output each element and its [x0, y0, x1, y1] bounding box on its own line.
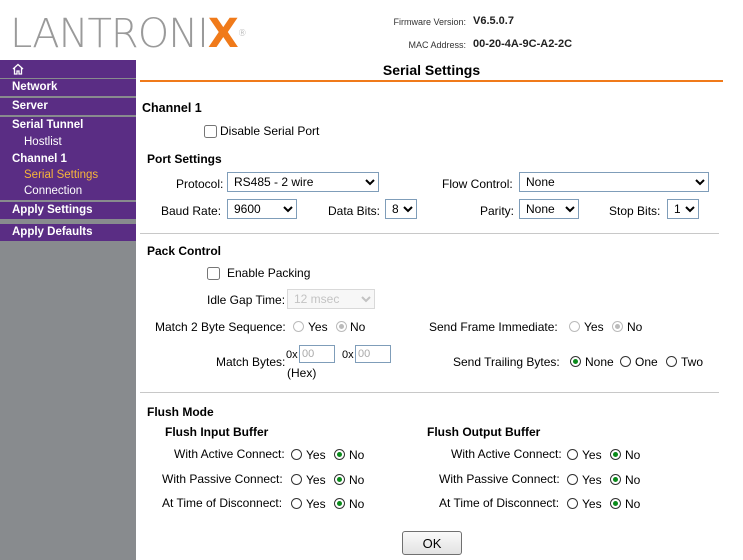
match-byte-1-input[interactable] — [299, 345, 335, 363]
input-disconnect-no-radio[interactable] — [334, 498, 345, 509]
input-active-yes-radio[interactable] — [291, 449, 302, 460]
mac-address-label: MAC Address: — [408, 40, 466, 50]
output-active-connect-label: With Active Connect: — [451, 447, 562, 461]
sidebar-item-channel-1[interactable]: Channel 1 — [0, 151, 136, 168]
enable-packing-checkbox[interactable] — [207, 267, 220, 280]
baud-rate-label: Baud Rate: — [161, 204, 222, 218]
output-passive-no-label: No — [625, 473, 641, 487]
flow-control-label: Flow Control: — [442, 177, 513, 191]
match-2-byte-yes-radio[interactable] — [293, 321, 304, 332]
match-2-byte-yes-label: Yes — [308, 320, 328, 334]
sidebar-item-hostlist[interactable]: Hostlist — [0, 134, 136, 151]
sidebar-item-serial-settings[interactable]: Serial Settings — [0, 167, 136, 184]
send-frame-yes-label: Yes — [584, 320, 604, 334]
ok-button[interactable]: OK — [402, 531, 462, 555]
output-disconnect-label: At Time of Disconnect: — [439, 496, 560, 510]
trailing-one-label: One — [635, 355, 658, 369]
send-trailing-bytes-label: Send Trailing Bytes: — [453, 355, 560, 369]
section-divider — [140, 392, 719, 393]
data-bits-select[interactable]: 8 — [385, 199, 417, 219]
input-disconnect-yes-label: Yes — [306, 497, 326, 511]
stop-bits-select[interactable]: 1 — [667, 199, 699, 219]
input-active-no-label: No — [349, 448, 365, 462]
idle-gap-time-select[interactable]: 12 msec — [287, 289, 375, 309]
protocol-label: Protocol: — [176, 177, 224, 191]
input-disconnect-label: At Time of Disconnect: — [162, 496, 283, 510]
flush-output-buffer-heading: Flush Output Buffer — [427, 425, 541, 439]
output-active-no-label: No — [625, 448, 641, 462]
enable-packing-label: Enable Packing — [227, 266, 311, 280]
output-active-yes-label: Yes — [582, 448, 602, 462]
idle-gap-time-label: Idle Gap Time: — [207, 293, 286, 307]
match-2-byte-no-label: No — [350, 320, 366, 334]
match-byte-2-input[interactable] — [355, 345, 391, 363]
input-active-yes-label: Yes — [306, 448, 326, 462]
sidebar-home[interactable] — [0, 60, 136, 78]
input-passive-yes-radio[interactable] — [291, 474, 302, 485]
trailing-two-radio[interactable] — [666, 356, 677, 367]
trailing-none-radio[interactable] — [570, 356, 581, 367]
sidebar-item-server[interactable]: Server — [0, 98, 136, 115]
output-disconnect-yes-label: Yes — [582, 497, 602, 511]
output-disconnect-yes-radio[interactable] — [567, 498, 578, 509]
flow-control-select[interactable]: None — [519, 172, 709, 192]
baud-rate-select[interactable]: 9600 — [227, 199, 297, 219]
channel-title: Channel 1 — [142, 101, 202, 115]
firmware-version-label: Firmware Version: — [393, 17, 466, 27]
flush-mode-heading: Flush Mode — [147, 405, 214, 419]
input-passive-connect-label: With Passive Connect: — [162, 472, 283, 486]
input-disconnect-no-label: No — [349, 497, 365, 511]
trailing-one-radio[interactable] — [620, 356, 631, 367]
send-frame-no-radio[interactable] — [612, 321, 623, 332]
match-bytes-label: Match Bytes: — [216, 355, 286, 369]
port-settings-heading: Port Settings — [147, 152, 222, 166]
stop-bits-label: Stop Bits: — [609, 204, 661, 218]
output-passive-yes-label: Yes — [582, 473, 602, 487]
sidebar-item-apply-settings[interactable]: Apply Settings — [0, 202, 136, 219]
output-active-yes-radio[interactable] — [567, 449, 578, 460]
parity-select[interactable]: None — [519, 199, 579, 219]
output-passive-no-radio[interactable] — [610, 474, 621, 485]
input-active-no-radio[interactable] — [334, 449, 345, 460]
hex-prefix-1: 0x — [286, 349, 298, 361]
trailing-none-label: None — [585, 355, 614, 369]
sidebar-item-apply-defaults[interactable]: Apply Defaults — [0, 224, 136, 241]
hex-note: (Hex) — [287, 366, 317, 380]
data-bits-label: Data Bits: — [328, 204, 381, 218]
page-title: Serial Settings — [140, 60, 723, 82]
disable-serial-port-checkbox[interactable] — [204, 125, 217, 138]
output-disconnect-no-label: No — [625, 497, 641, 511]
input-passive-no-label: No — [349, 473, 365, 487]
section-divider — [140, 233, 719, 234]
output-passive-connect-label: With Passive Connect: — [439, 472, 560, 486]
send-frame-no-label: No — [627, 320, 643, 334]
protocol-select[interactable]: RS485 - 2 wire — [227, 172, 379, 192]
match-2-byte-sequence-label: Match 2 Byte Sequence: — [155, 320, 286, 334]
home-icon[interactable] — [12, 63, 24, 75]
output-active-no-radio[interactable] — [610, 449, 621, 460]
lantronix-logo: LANTRONIX® — [10, 11, 247, 57]
input-passive-yes-label: Yes — [306, 473, 326, 487]
input-passive-no-radio[interactable] — [334, 474, 345, 485]
sidebar-item-connection[interactable]: Connection — [0, 183, 136, 200]
disable-serial-port-label: Disable Serial Port — [220, 124, 320, 138]
flush-input-buffer-heading: Flush Input Buffer — [165, 425, 269, 439]
trailing-two-label: Two — [681, 355, 704, 369]
send-frame-immediate-label: Send Frame Immediate: — [429, 320, 558, 334]
hex-prefix-2: 0x — [342, 349, 354, 361]
output-disconnect-no-radio[interactable] — [610, 498, 621, 509]
mac-address-value: 00-20-4A-9C-A2-2C — [473, 38, 573, 50]
match-2-byte-no-radio[interactable] — [336, 321, 347, 332]
input-disconnect-yes-radio[interactable] — [291, 498, 302, 509]
sidebar-item-network[interactable]: Network — [0, 79, 136, 96]
input-active-connect-label: With Active Connect: — [174, 447, 285, 461]
sidebar: Network Server Serial Tunnel Hostlist Ch… — [0, 60, 136, 560]
firmware-version-value: V6.5.0.7 — [473, 15, 514, 27]
pack-control-heading: Pack Control — [147, 244, 222, 258]
send-frame-yes-radio[interactable] — [569, 321, 580, 332]
sidebar-item-serial-tunnel[interactable]: Serial Tunnel — [0, 117, 136, 134]
output-passive-yes-radio[interactable] — [567, 474, 578, 485]
parity-label: Parity: — [480, 204, 515, 218]
